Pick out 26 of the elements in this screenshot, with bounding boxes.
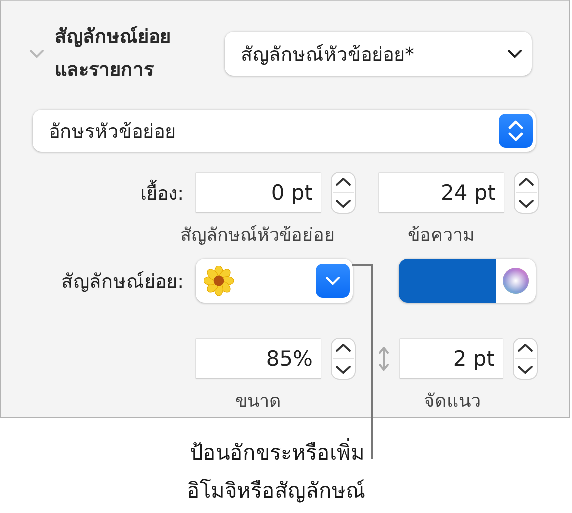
- callout-text: ป้อนอักขระหรือเพิ่ม อิโมจิหรือสัญลักษณ์: [0, 434, 365, 510]
- input-field[interactable]: 24 pt: [379, 173, 504, 213]
- bullet-label: สัญลักษณ์ย่อย:: [60, 270, 184, 295]
- stepper-icon: [499, 114, 533, 148]
- field-caption: ขนาด: [234, 390, 282, 414]
- field-caption: จัดแนว: [423, 390, 482, 414]
- field-caption: สัญลักษณ์หัวข้อย่อย: [180, 224, 336, 248]
- input-field[interactable]: 85%: [196, 339, 321, 379]
- color-wheel-icon: [502, 267, 530, 295]
- flower-icon: [204, 266, 234, 296]
- section-title: สัญลักษณ์ย่อย และรายการ: [55, 25, 172, 83]
- stepper[interactable]: [513, 338, 538, 380]
- chevron-icon: [508, 50, 522, 58]
- list-style-popup[interactable]: สัญลักษณ์หัวข้อย่อย*: [225, 32, 532, 76]
- vertical-arrow-icon: [378, 346, 390, 372]
- chevron-icon: [316, 264, 350, 298]
- stepper[interactable]: [331, 172, 356, 214]
- color-well[interactable]: [399, 259, 536, 303]
- field-caption: ข้อความ: [407, 224, 476, 248]
- input-field[interactable]: 2 pt: [400, 339, 503, 379]
- stepper[interactable]: [331, 338, 356, 380]
- bullet-popup[interactable]: [196, 259, 353, 303]
- stepper[interactable]: [514, 172, 539, 214]
- indent-label: เยื้อง:: [1, 178, 184, 208]
- bullet-type-popup[interactable]: อักษรหัวข้อย่อย: [33, 110, 536, 152]
- input-field[interactable]: 0 pt: [196, 173, 321, 213]
